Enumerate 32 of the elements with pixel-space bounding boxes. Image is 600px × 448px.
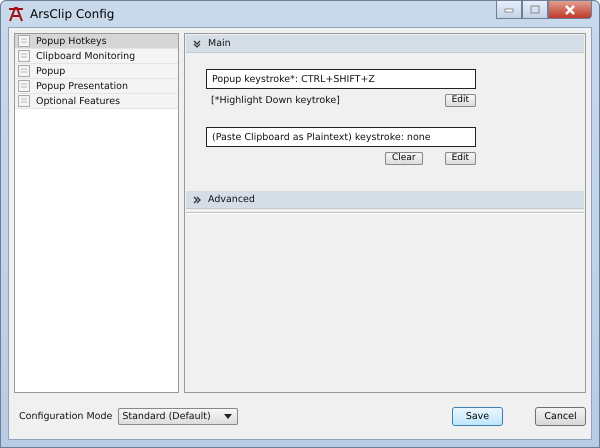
sidebar-item[interactable]: Popup Presentation [15, 79, 178, 94]
page-icon [17, 49, 31, 63]
dropdown-arrow-icon [224, 414, 232, 418]
window-title: ArsClip Config [30, 7, 114, 21]
minimize-button[interactable] [496, 1, 522, 19]
sidebar-item[interactable]: Popup [15, 64, 178, 79]
letter-a-icon [8, 6, 24, 22]
section-header[interactable]: Main [186, 35, 584, 53]
small-button[interactable]: Clear [385, 152, 423, 165]
mode-dropdown[interactable]: Standard (Default) [118, 408, 238, 424]
sidebar-item[interactable]: Clipboard Monitoring [15, 49, 178, 64]
chevron-down-icon [192, 38, 202, 48]
small-button[interactable]: Edit [444, 152, 476, 165]
sidebar-item[interactable]: Optional Features [15, 94, 178, 109]
keystroke-field[interactable]: Popup keystroke*: CTRL+SHIFT+Z [206, 69, 476, 89]
page-icon [17, 94, 31, 108]
section-header[interactable]: Advanced [186, 191, 584, 209]
page-icon [17, 79, 31, 93]
maximize-icon [530, 5, 540, 14]
minimize-icon [504, 6, 514, 12]
page-icon [17, 64, 31, 78]
small-button[interactable]: Edit [444, 94, 476, 107]
dialog-button[interactable]: Cancel [535, 406, 586, 426]
sidebar-item[interactable]: Popup Hotkeys [15, 34, 178, 49]
maximize-button[interactable] [522, 1, 548, 19]
chevron-right-icon [192, 194, 202, 204]
note-text: [*Highlight Down keytroke] [210, 95, 340, 106]
mode-label: Configuration Mode [19, 410, 112, 422]
close-icon [564, 4, 576, 14]
dialog-button[interactable]: Save [452, 406, 503, 426]
close-button[interactable] [548, 1, 592, 19]
keystroke-field[interactable]: (Paste Clipboard as Plaintext) keystroke: none [206, 127, 476, 147]
